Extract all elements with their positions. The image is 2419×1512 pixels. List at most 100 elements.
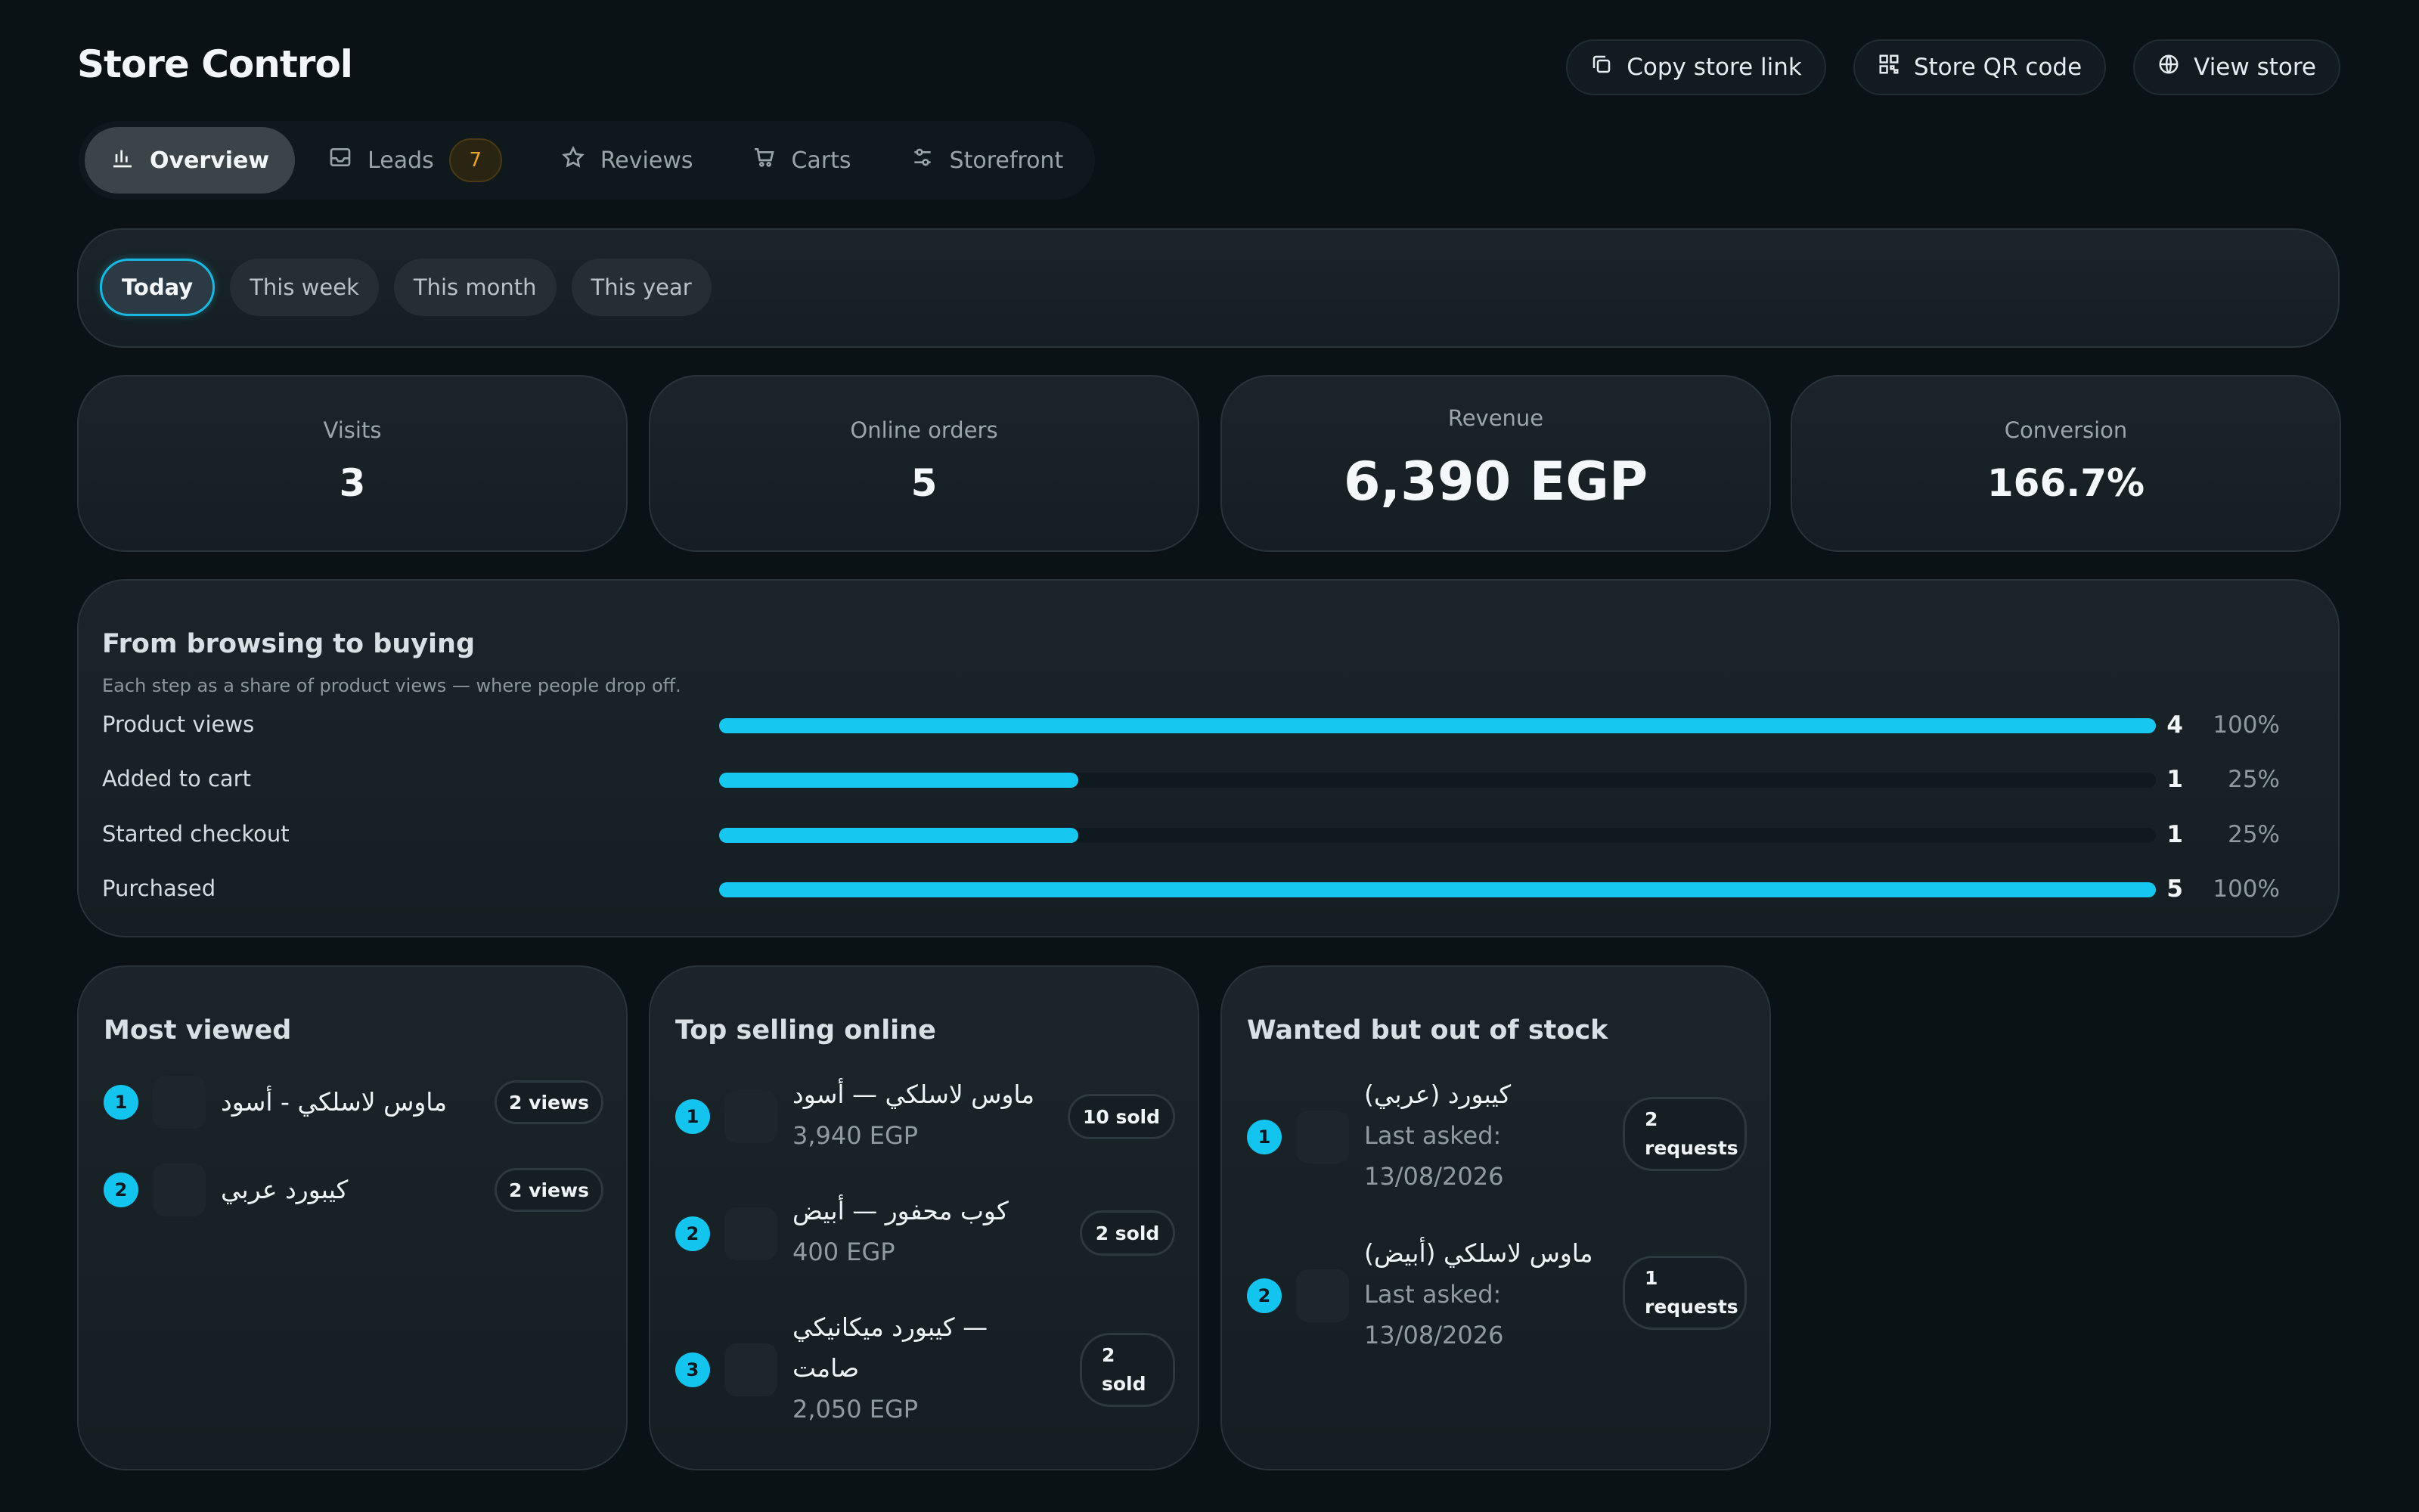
product-thumbnail	[724, 1207, 777, 1260]
last-asked-label: Last asked:	[1364, 1280, 1502, 1309]
product-thumbnail	[153, 1163, 206, 1216]
stat-label: Visits	[323, 417, 382, 443]
requests-unit: requests	[1645, 1296, 1738, 1318]
product-name[interactable]: كيبورد (عربي)	[1364, 1074, 1511, 1115]
sold-chip: 2 sold	[1080, 1210, 1175, 1256]
rank-badge: 1	[675, 1099, 710, 1134]
funnel-step-label: Added to cart	[102, 766, 251, 792]
bar-chart-icon	[110, 145, 135, 175]
stat-card-conversion: Conversion 166.7%	[1791, 375, 2341, 552]
requests-chip: 1 requests	[1623, 1256, 1747, 1330]
copy-store-link-button[interactable]: Copy store link	[1566, 39, 1826, 95]
qr-code-icon	[1878, 53, 1900, 82]
tab-overview-label: Overview	[150, 147, 270, 174]
last-asked-label: Last asked:	[1364, 1121, 1502, 1150]
requests-count: 2	[1645, 1108, 1658, 1130]
funnel-row-product-views: Product views 4 100%	[102, 711, 2280, 742]
tab-leads[interactable]: Leads 7	[302, 127, 528, 194]
stat-value: 3	[339, 461, 366, 505]
tab-carts-label: Carts	[791, 147, 851, 174]
stat-label: Online orders	[850, 417, 998, 443]
tab-reviews-label: Reviews	[600, 147, 693, 174]
tab-bar: Overview Leads 7 Reviews Carts Storefron…	[79, 121, 1096, 200]
stat-value: 166.7%	[1986, 461, 2145, 505]
funnel-bar	[719, 882, 2156, 897]
sold-chip: 2 sold	[1080, 1333, 1175, 1407]
tab-carts[interactable]: Carts	[726, 127, 876, 194]
view-store-button[interactable]: View store	[2133, 39, 2340, 95]
page-title: Store Control	[77, 42, 353, 86]
rank-badge: 2	[104, 1173, 138, 1207]
funnel-count: 5	[2166, 875, 2183, 903]
sold-chip: 10 sold	[1068, 1094, 1175, 1139]
funnel-subtitle: Each step as a share of product views — …	[102, 675, 681, 696]
stat-card-visits: Visits 3	[77, 375, 628, 552]
product-thumbnail	[1296, 1111, 1349, 1163]
stat-card-revenue: Revenue 6,390 EGP	[1220, 375, 1771, 552]
stat-value: 5	[910, 461, 938, 505]
sliders-icon	[910, 145, 935, 175]
funnel-row-purchased: Purchased 5 100%	[102, 875, 2280, 906]
views-chip: 2 views	[495, 1168, 603, 1212]
funnel-count: 1	[2166, 766, 2183, 793]
star-icon	[561, 145, 585, 175]
product-name[interactable]: ماوس لاسلكي - أسود	[221, 1082, 447, 1123]
top-selling-title: Top selling online	[675, 1015, 936, 1046]
tab-storefront-label: Storefront	[949, 147, 1064, 174]
product-price: 3,940 EGP	[792, 1121, 919, 1150]
rank-badge: 1	[1247, 1120, 1282, 1154]
most-viewed-card: Most viewed 1 ماوس لاسلكي - أسود 2 views…	[77, 965, 628, 1470]
product-thumbnail	[724, 1090, 777, 1143]
funnel-bar	[719, 718, 2156, 733]
range-this-month[interactable]: This month	[393, 259, 557, 316]
store-qr-code-label: Store QR code	[1913, 54, 2083, 81]
funnel-track	[719, 828, 2156, 843]
product-name[interactable]: ماوس لاسلكي (أبيض)	[1364, 1233, 1593, 1274]
view-store-label: View store	[2194, 54, 2316, 81]
product-thumbnail	[724, 1343, 777, 1396]
product-thumbnail	[153, 1076, 206, 1129]
requests-count: 1	[1645, 1267, 1658, 1289]
stat-value: 6,390 EGP	[1343, 451, 1648, 513]
product-thumbnail	[1296, 1269, 1349, 1322]
store-qr-code-button[interactable]: Store QR code	[1853, 39, 2107, 95]
product-name[interactable]: كيبورد عربي	[221, 1170, 348, 1210]
requests-chip: 2 requests	[1623, 1097, 1747, 1171]
funnel-track	[719, 882, 2156, 897]
tab-storefront[interactable]: Storefront	[885, 127, 1090, 194]
funnel-step-label: Purchased	[102, 875, 216, 901]
inbox-icon	[328, 145, 352, 175]
range-today[interactable]: Today	[100, 259, 216, 316]
product-name[interactable]: ماوس لاسلكي — أسود	[792, 1074, 1034, 1115]
product-name-line[interactable]: صامت	[792, 1348, 859, 1389]
tab-overview[interactable]: Overview	[85, 127, 296, 194]
top-selling-card: Top selling online 1 ماوس لاسلكي — أسود …	[649, 965, 1199, 1470]
rank-badge: 2	[675, 1216, 710, 1251]
stat-card-online-orders: Online orders 5	[649, 375, 1199, 552]
funnel-percent: 100%	[2213, 875, 2280, 903]
views-chip: 2 views	[495, 1080, 603, 1124]
header-actions: Copy store link Store QR code View store	[1566, 39, 2340, 95]
product-name[interactable]: كوب محفور — أبيض	[792, 1191, 1009, 1232]
rank-badge: 3	[675, 1352, 710, 1387]
funnel-bar	[719, 828, 1078, 843]
last-asked-date: 13/08/2026	[1364, 1162, 1504, 1191]
funnel-bar	[719, 773, 1078, 788]
funnel-track	[719, 718, 2156, 733]
sold-chip-unit: sold	[1102, 1373, 1146, 1395]
date-range-selector: Today This week This month This year	[100, 259, 712, 316]
cart-icon	[752, 145, 776, 175]
product-name-line[interactable]: كيبورد ميكانيكي —	[792, 1307, 988, 1348]
range-this-week[interactable]: This week	[230, 259, 379, 316]
out-of-stock-title: Wanted but out of stock	[1247, 1015, 1608, 1046]
funnel-percent: 25%	[2228, 821, 2280, 848]
funnel-title: From browsing to buying	[102, 629, 476, 659]
out-of-stock-card: Wanted but out of stock 1 كيبورد (عربي) …	[1220, 965, 1771, 1470]
copy-store-link-label: Copy store link	[1627, 54, 1802, 81]
funnel-track	[719, 773, 2156, 788]
funnel-step-label: Product views	[102, 711, 255, 737]
range-this-year[interactable]: This year	[571, 259, 712, 316]
globe-icon	[2157, 53, 2180, 82]
stat-label: Conversion	[2004, 417, 2128, 443]
tab-reviews[interactable]: Reviews	[535, 127, 719, 194]
